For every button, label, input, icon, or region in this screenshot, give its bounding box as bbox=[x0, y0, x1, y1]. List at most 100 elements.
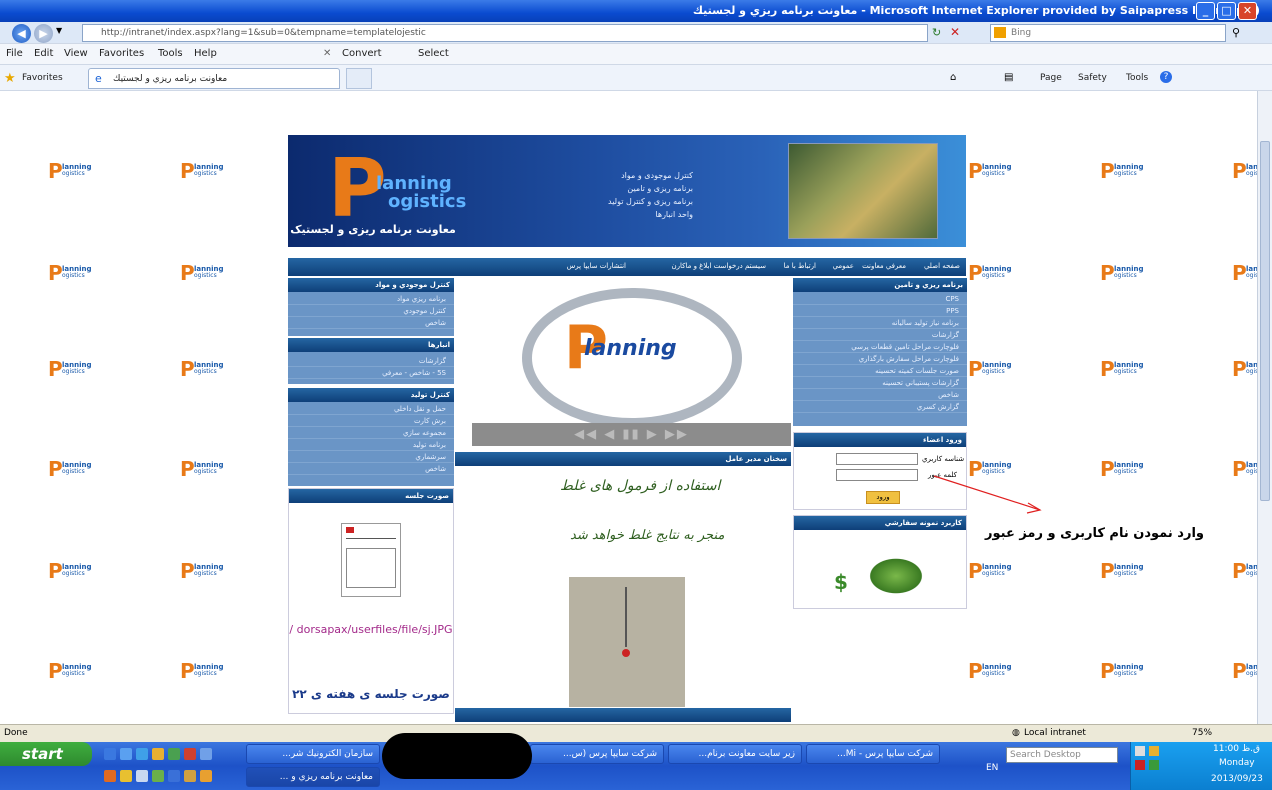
right-link[interactable]: شاخص bbox=[793, 390, 967, 401]
vertical-scrollbar[interactable] bbox=[1257, 91, 1272, 724]
tray-icon[interactable] bbox=[1149, 760, 1159, 770]
login-submit-button[interactable]: ورود bbox=[866, 491, 900, 504]
favorites-button[interactable]: Favorites bbox=[22, 73, 63, 83]
minutes-file-link[interactable]: / dorsapax/userfiles/file/sj.JPG bbox=[289, 623, 453, 636]
quicklaunch-icon[interactable] bbox=[168, 770, 180, 782]
banner-logo-line2: ogistics bbox=[388, 191, 467, 212]
taskbar-item-active[interactable]: معاونت برنامه ريزي و ... bbox=[246, 767, 380, 787]
password-input[interactable] bbox=[836, 469, 918, 481]
menu-view[interactable]: View bbox=[64, 48, 88, 59]
right-link[interactable]: فلوچارت مراحل تامين قطعات پرسي bbox=[793, 342, 967, 353]
menu-help[interactable]: Help bbox=[194, 48, 217, 59]
left-link[interactable]: برش كارت bbox=[288, 416, 454, 427]
left-link[interactable]: شاخص bbox=[288, 464, 454, 475]
left-panel-warehouses: انبارها گزارشات 5S - شاخص - معرفي bbox=[288, 338, 454, 384]
left-link[interactable]: حمل و نقل داخلي bbox=[288, 404, 454, 415]
tab-active[interactable]: e معاونت برنامه ريزي و لجستيك bbox=[88, 68, 340, 89]
nav-request-system[interactable]: سیستم درخواست ابلاغ و ماکارن bbox=[671, 262, 766, 270]
quicklaunch-icon[interactable] bbox=[120, 770, 132, 782]
right-link[interactable]: PPS bbox=[793, 306, 967, 317]
search-icon[interactable]: ⚲ bbox=[1232, 26, 1240, 39]
quicklaunch-icon[interactable] bbox=[184, 770, 196, 782]
menu-favorites[interactable]: Favorites bbox=[99, 48, 144, 59]
menu-tools[interactable]: Tools bbox=[158, 48, 183, 59]
quicklaunch-icon[interactable] bbox=[104, 770, 116, 782]
right-link[interactable]: گزارشات bbox=[793, 330, 967, 341]
nav-about[interactable]: معرفي معاونت bbox=[862, 262, 906, 270]
taskbar-item[interactable]: زير سايت معاونت برنام... bbox=[668, 744, 802, 764]
start-button[interactable]: start bbox=[0, 742, 92, 766]
maximize-button[interactable]: □ bbox=[1217, 2, 1236, 20]
background-logo: Planningogistics bbox=[180, 659, 224, 683]
left-link[interactable]: سرشماري bbox=[288, 452, 454, 463]
left-link[interactable]: برنامه ريزي مواد bbox=[288, 294, 454, 305]
left-link[interactable]: برنامه توليد bbox=[288, 440, 454, 451]
stop-icon[interactable]: ✕ bbox=[950, 25, 960, 39]
close-toolbar-icon[interactable]: ✕ bbox=[323, 48, 331, 59]
nav-home[interactable]: صفحه اصلي bbox=[924, 262, 960, 270]
desktop-search-input[interactable]: Search Desktop bbox=[1006, 747, 1118, 763]
safety-menu[interactable]: Safety bbox=[1078, 73, 1107, 83]
quicklaunch-icon[interactable] bbox=[152, 770, 164, 782]
refresh-icon[interactable]: ↻ bbox=[932, 26, 941, 39]
nav-general[interactable]: عمومي bbox=[833, 262, 854, 270]
language-indicator[interactable]: EN bbox=[986, 763, 998, 773]
right-link[interactable]: فلوچارت مراحل سفارش بارگذاري bbox=[793, 354, 967, 365]
minutes-thumbnail[interactable] bbox=[341, 523, 401, 597]
clock-time[interactable]: 11:00 ق.ظ bbox=[1213, 744, 1260, 754]
quicklaunch-icon[interactable] bbox=[184, 748, 196, 760]
left-link[interactable]: گزارشات bbox=[288, 356, 454, 367]
new-tab-button[interactable] bbox=[346, 68, 372, 89]
close-button[interactable]: ✕ bbox=[1238, 2, 1257, 20]
scrollbar-thumb[interactable] bbox=[1260, 141, 1270, 501]
right-link[interactable]: گزارش كسري bbox=[793, 402, 967, 413]
image-slider[interactable]: P lanning bbox=[472, 278, 791, 446]
taskbar-item[interactable]: سازمان الكترونيك شر... bbox=[246, 744, 380, 764]
quicklaunch-icon[interactable] bbox=[168, 748, 180, 760]
search-input[interactable]: Bing bbox=[990, 24, 1226, 42]
right-link[interactable]: برنامه نياز توليد ساليانه bbox=[793, 318, 967, 329]
menu-file[interactable]: File bbox=[6, 48, 23, 59]
quicklaunch-icon[interactable] bbox=[152, 748, 164, 760]
right-link[interactable]: گزارشات پستيباني تحسينه bbox=[793, 378, 967, 389]
quicklaunch-icon[interactable] bbox=[120, 748, 132, 760]
page-menu[interactable]: Page bbox=[1040, 73, 1062, 83]
quicklaunch-icon[interactable] bbox=[200, 770, 212, 782]
quicklaunch-icon[interactable] bbox=[200, 748, 212, 760]
history-dropdown-icon[interactable]: ▼ bbox=[56, 26, 62, 35]
tray-icon[interactable] bbox=[1149, 746, 1159, 756]
left-link[interactable]: شاخص bbox=[288, 318, 454, 329]
background-logo: Planningogistics bbox=[968, 559, 1012, 583]
home-icon[interactable]: ⌂ bbox=[950, 72, 956, 83]
print-icon[interactable]: ▤ bbox=[1004, 72, 1013, 83]
quicklaunch-icon[interactable] bbox=[136, 748, 148, 760]
help-icon[interactable]: ? bbox=[1160, 71, 1172, 83]
nav-publications[interactable]: انتشارات سایپا پرس bbox=[567, 262, 626, 270]
minimize-button[interactable]: _ bbox=[1196, 2, 1215, 20]
forward-button[interactable]: ▶ bbox=[34, 24, 53, 43]
left-link[interactable]: مجموعه سازي bbox=[288, 428, 454, 439]
tray-icon[interactable] bbox=[1135, 760, 1145, 770]
right-link[interactable]: صورت جلسات كميته تحسينه bbox=[793, 366, 967, 377]
select-button[interactable]: Select bbox=[418, 48, 449, 59]
tray-icon[interactable] bbox=[1135, 746, 1145, 756]
convert-button[interactable]: Convert bbox=[342, 48, 382, 59]
nav-contact[interactable]: ارتباط با ما bbox=[784, 262, 816, 270]
back-button[interactable]: ◀ bbox=[12, 24, 31, 43]
taskbar-item[interactable]: شركت سايپا پرس - Mi... bbox=[806, 744, 940, 764]
left-link[interactable]: كنترل موجودي bbox=[288, 306, 454, 317]
taskbar-item[interactable]: شركت سايپا پرس (س... bbox=[530, 744, 664, 764]
zoom-level[interactable]: 75% bbox=[1192, 728, 1212, 738]
right-panel-sample: كاربرد نمونه سفارشي $ bbox=[793, 515, 967, 609]
background-logo: Planningogistics bbox=[48, 261, 92, 285]
address-input[interactable]: http://intranet/index.aspx?lang=1&sub=0&… bbox=[82, 24, 928, 42]
right-link[interactable]: CPS bbox=[793, 294, 967, 305]
slider-controls[interactable]: ◀◀ ◀ ▮▮ ▶ ▶▶ bbox=[472, 423, 791, 446]
menu-edit[interactable]: Edit bbox=[34, 48, 53, 59]
quicklaunch-icon[interactable] bbox=[136, 770, 148, 782]
left-link[interactable]: 5S - شاخص - معرفي bbox=[288, 368, 454, 379]
username-input[interactable] bbox=[836, 453, 918, 465]
favorites-star-icon[interactable]: ★ bbox=[4, 71, 16, 86]
tools-menu[interactable]: Tools bbox=[1126, 73, 1148, 83]
quicklaunch-ie-icon[interactable] bbox=[104, 748, 116, 760]
